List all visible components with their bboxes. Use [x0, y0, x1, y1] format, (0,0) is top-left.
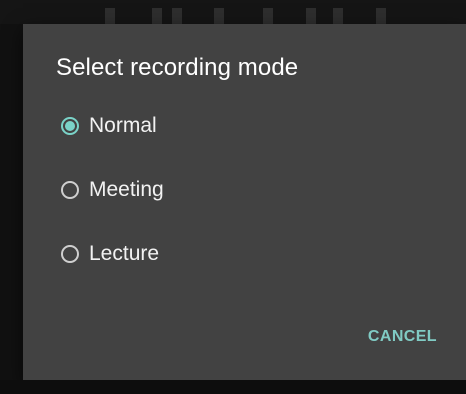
recording-mode-dialog: Select recording mode Normal Meeting Lec… — [23, 24, 466, 380]
background-mark — [263, 8, 273, 24]
option-label: Normal — [89, 114, 157, 137]
background-mark — [105, 8, 115, 24]
background-bottom-strip — [0, 380, 466, 394]
option-meeting[interactable]: Meeting — [61, 172, 361, 208]
radio-unchecked-icon[interactable] — [61, 245, 79, 263]
option-label: Meeting — [89, 178, 164, 201]
option-normal[interactable]: Normal — [61, 108, 361, 144]
background-mark — [152, 8, 162, 24]
background-mark — [376, 8, 386, 24]
background-mark — [306, 8, 316, 24]
option-lecture[interactable]: Lecture — [61, 236, 361, 272]
dialog-title: Select recording mode — [56, 54, 299, 81]
option-label: Lecture — [89, 242, 160, 265]
background-mark — [333, 8, 343, 24]
radio-unchecked-icon[interactable] — [61, 181, 79, 199]
background-mark — [172, 8, 182, 24]
background-app-strip — [0, 0, 466, 24]
cancel-button[interactable]: CANCEL — [368, 328, 437, 346]
radio-checked-icon[interactable] — [61, 117, 79, 135]
background-mark — [214, 8, 224, 24]
